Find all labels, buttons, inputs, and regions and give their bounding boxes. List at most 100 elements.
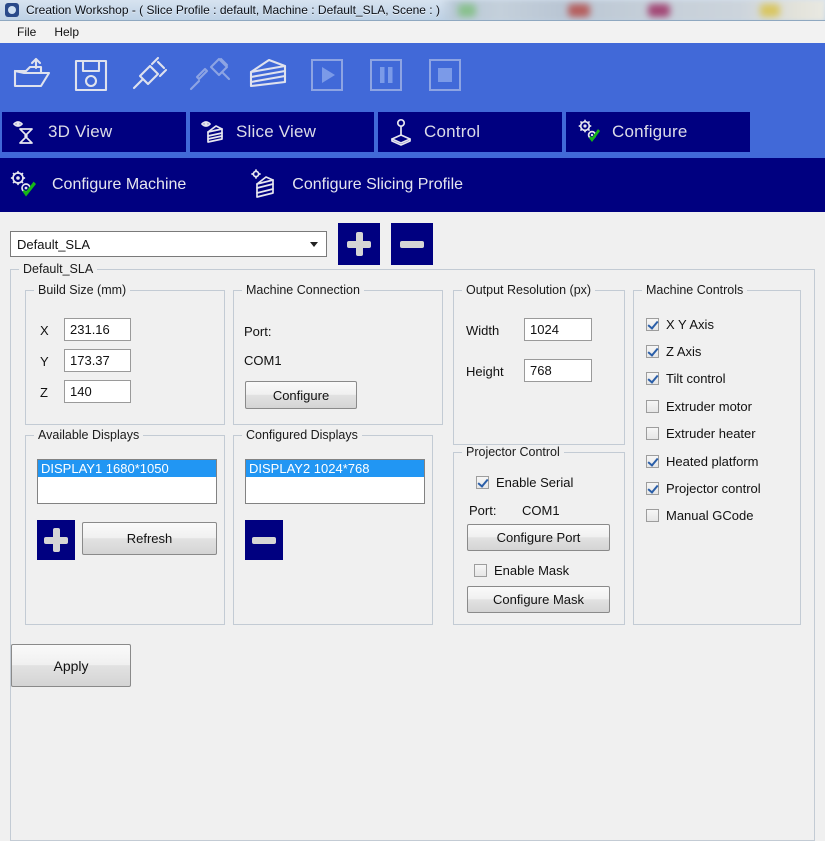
available-displays-list[interactable]: DISPLAY1 1680*1050 [37,459,217,504]
subtab-configure-slicing-profile[interactable]: Configure Slicing Profile [248,169,463,201]
remove-profile-button[interactable] [391,223,433,265]
build-size-group-title: Build Size (mm) [34,283,131,297]
window-title-bar: Creation Workshop - ( Slice Profile : de… [0,0,825,21]
checkbox-xy-axis-label: X Y Axis [666,317,714,332]
plug-disconnect-icon [189,57,231,90]
configure-mask-button[interactable]: Configure Mask [467,586,610,613]
checkbox-extruder-motor-box [646,400,659,413]
tab-configure[interactable]: Configure [566,112,750,152]
app-gear-icon [4,2,20,18]
checkbox-projector-control[interactable]: Projector control [646,481,761,496]
checkbox-manual-gcode-box [646,509,659,522]
checkbox-tilt-control-box [646,372,659,385]
subtab-configure-machine[interactable]: Configure Machine [8,169,186,201]
configure-sub-tab-bar: Configure Machine Configure Slicing Prof… [0,158,825,212]
checkbox-enable-serial-label: Enable Serial [496,475,574,490]
tab-control[interactable]: Control [378,112,562,152]
checkbox-tilt-control[interactable]: Tilt control [646,371,725,386]
build-size-x-input[interactable]: 231.16 [64,318,131,341]
tab-3d-view-label: 3D View [48,122,113,141]
checkbox-heated-platform-box [646,455,659,468]
sliced-layers-icon [249,58,287,87]
gears-check-icon [576,118,602,146]
tab-configure-label: Configure [612,122,688,141]
subtab-configure-slicing-profile-label: Configure Slicing Profile [292,176,464,193]
tab-slice-view[interactable]: Slice View [190,112,374,152]
machine-connection-group: Machine Connection Port: COM1 Configure [233,283,443,425]
projector-port-value: COM1 [522,503,560,518]
available-displays-group: Available Displays DISPLAY1 1680*1050 Re… [25,428,225,625]
add-profile-button[interactable] [338,223,380,265]
machine-controls-group-title: Machine Controls [642,283,748,297]
floppy-save-icon [74,59,108,91]
checkbox-xy-axis[interactable]: X Y Axis [646,317,714,332]
checkbox-projector-control-box [646,482,659,495]
machine-connection-configure-button[interactable]: Configure [245,381,357,409]
checkbox-manual-gcode-label: Manual GCode [666,508,754,523]
checkbox-extruder-motor[interactable]: Extruder motor [646,399,752,414]
output-height-input[interactable]: 768 [524,359,592,382]
checkbox-enable-serial-box [476,476,489,489]
profile-selector-row: Default_SLA [10,223,433,265]
checkbox-tilt-control-label: Tilt control [666,371,726,386]
machine-settings-group: Default_SLA Build Size (mm) X 231.16 Y 1… [10,262,815,841]
checkbox-xy-axis-box [646,318,659,331]
checkbox-extruder-motor-label: Extruder motor [666,399,752,414]
output-resolution-group: Output Resolution (px) Width 1024 Height… [453,283,625,445]
list-item[interactable]: DISPLAY1 1680*1050 [38,460,216,477]
window-title: Creation Workshop - ( Slice Profile : de… [26,3,440,17]
available-displays-group-title: Available Displays [34,428,144,442]
print-pause-button [360,50,412,100]
checkbox-manual-gcode[interactable]: Manual GCode [646,508,753,523]
remove-display-button[interactable] [245,520,283,560]
checkbox-enable-mask[interactable]: Enable Mask [474,563,569,578]
configured-displays-list[interactable]: DISPLAY2 1024*768 [245,459,425,504]
configured-displays-group: Configured Displays DISPLAY2 1024*768 [233,428,433,625]
checkbox-enable-serial[interactable]: Enable Serial [476,475,573,490]
apply-button[interactable]: Apply [11,644,131,687]
play-icon [311,58,343,91]
tab-3d-view[interactable]: 3D View [2,112,186,152]
chevron-down-icon [310,241,318,247]
machine-connection-port-label: Port: [244,324,272,339]
main-toolbar [0,43,825,106]
slice-button[interactable] [242,50,294,100]
open-file-button[interactable] [6,50,58,100]
list-item[interactable]: DISPLAY2 1024*768 [246,460,424,477]
machine-profile-dropdown[interactable]: Default_SLA [10,231,327,257]
refresh-displays-button[interactable]: Refresh [82,522,217,555]
eye-layers-icon [200,118,226,146]
build-size-z-input[interactable]: 140 [64,380,131,403]
save-file-button[interactable] [65,50,117,100]
gears-check-icon [8,169,38,201]
output-width-input[interactable]: 1024 [524,318,592,341]
checkbox-z-axis-box [646,345,659,358]
tab-slice-view-label: Slice View [236,122,317,141]
checkbox-extruder-heater[interactable]: Extruder heater [646,426,756,441]
build-size-y-label: Y [40,354,49,369]
layers-gear-icon [248,169,278,201]
checkbox-enable-mask-label: Enable Mask [494,563,570,578]
plug-connect-icon [132,56,168,89]
menu-item-help[interactable]: Help [45,23,88,41]
pause-icon [370,58,402,91]
tab-control-label: Control [424,122,481,141]
build-size-y-input[interactable]: 173.37 [64,349,131,372]
menu-item-file[interactable]: File [8,23,45,41]
checkbox-heated-platform[interactable]: Heated platform [646,454,759,469]
output-height-label: Height [466,364,504,379]
background-desktop-strip [440,0,825,20]
machine-connection-group-title: Machine Connection [242,283,364,297]
checkbox-extruder-heater-box [646,427,659,440]
eye-hourglass-icon [12,118,38,146]
connect-button[interactable] [124,50,176,100]
main-tab-bar: 3D View Slice View Control Configure [0,106,825,158]
output-width-label: Width [466,323,500,338]
configure-machine-panel: Default_SLA Default_SLA Build Size (mm) … [0,212,825,841]
configured-displays-group-title: Configured Displays [242,428,362,442]
add-display-button[interactable] [37,520,75,560]
configure-port-button[interactable]: Configure Port [467,524,610,551]
checkbox-extruder-heater-label: Extruder heater [666,426,756,441]
checkbox-z-axis-label: Z Axis [666,344,702,359]
checkbox-z-axis[interactable]: Z Axis [646,344,701,359]
